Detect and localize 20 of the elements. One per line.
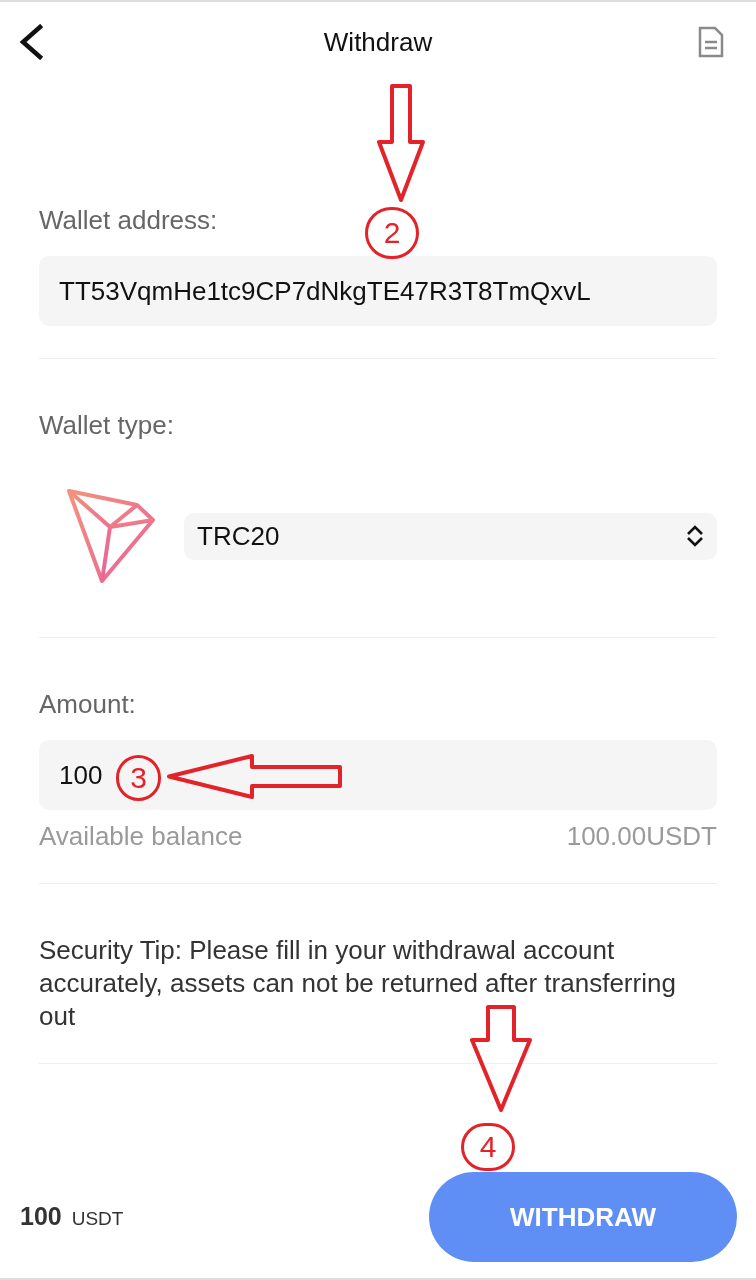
step-marker: 2	[365, 207, 419, 259]
triangle-logo-icon	[66, 488, 158, 584]
field-label: Wallet address:	[39, 205, 218, 235]
chevron-up-down-icon	[686, 525, 704, 547]
balance-value: 100.00USDT	[566, 821, 717, 851]
back-button[interactable]	[18, 24, 44, 60]
wallet-address-field[interactable]: TT53VqmHe1tc9CP7dNkgTE47R3T8TmQxvL	[39, 256, 717, 326]
back-icon	[18, 24, 44, 60]
step-marker: 4	[461, 1123, 515, 1171]
total-amount: 100	[20, 1201, 62, 1233]
document-icon	[698, 26, 724, 58]
page-title: Withdraw	[323, 26, 433, 58]
currency-unit: USDT	[71, 1207, 124, 1232]
field-label: Wallet type:	[39, 410, 174, 440]
wallet-type-select[interactable]: TRC20	[184, 512, 717, 560]
records-button[interactable]	[698, 26, 724, 58]
balance-label: Available balance	[39, 821, 243, 851]
field-label: Amount:	[39, 689, 136, 719]
step-marker: 3	[116, 755, 161, 801]
security-tip: Security Tip: Please fill in your withdrawal account accurately, assets can not be returned after transferring out	[39, 934, 677, 1033]
